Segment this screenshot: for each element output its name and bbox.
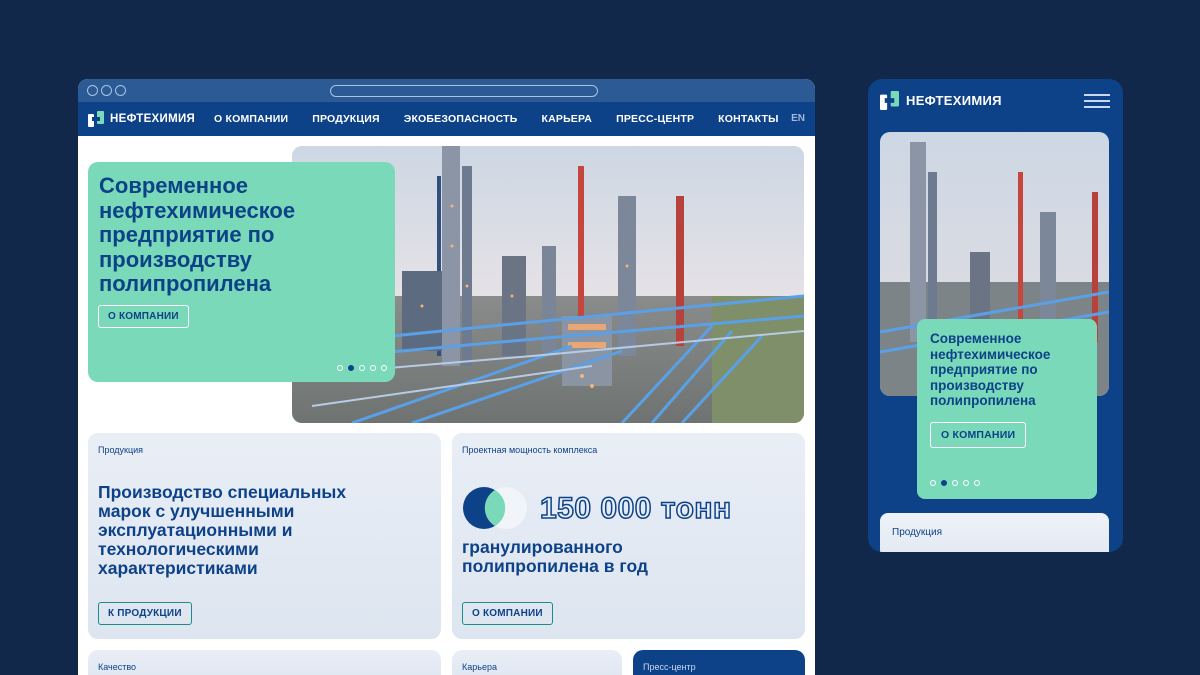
address-bar[interactable] — [330, 85, 598, 97]
window-close-dot[interactable] — [87, 85, 98, 96]
quality-tile[interactable]: Качество — [88, 650, 441, 675]
hero-slider-dots — [337, 365, 387, 371]
hero-card: Современное нефтехимическое предприятие … — [88, 162, 395, 382]
hero-title: Современное нефтехимическое предприятие … — [99, 173, 296, 296]
nav-item-about[interactable]: О КОМПАНИИ — [214, 113, 288, 125]
top-navigation: НЕФТЕХИМИЯ О КОМПАНИИ ПРОДУКЦИЯ ЭКОБЕЗОП… — [78, 102, 815, 136]
press-tile[interactable]: Пресс-центр — [633, 650, 805, 675]
slider-dot-active[interactable] — [941, 480, 947, 486]
mobile-hero-card: Современное нефтехимическое предприятие … — [917, 319, 1097, 499]
quality-tile-caption: Качество — [98, 662, 137, 672]
language-switch[interactable]: EN — [791, 113, 805, 124]
browser-chrome — [78, 79, 815, 102]
capacity-subtitle: гранулированного полипропилена в год — [462, 537, 649, 576]
capacity-about-button[interactable]: О КОМПАНИИ — [462, 602, 553, 625]
mobile-mockup: НЕФТЕХИМИЯ Современное нефтехимическое п… — [868, 79, 1123, 552]
slider-dot[interactable] — [370, 365, 376, 371]
mobile-products-tile[interactable]: Продукция — [880, 513, 1109, 552]
to-products-button[interactable]: К ПРОДУКЦИИ — [98, 602, 192, 625]
mobile-hero-slider-dots — [930, 480, 980, 486]
nav-item-career[interactable]: КАРЬЕРА — [541, 113, 592, 125]
career-tile-caption: Карьера — [462, 662, 497, 672]
brand-logo-icon — [88, 111, 104, 127]
slider-dot-active[interactable] — [348, 365, 354, 371]
press-tile-caption: Пресс-центр — [643, 662, 696, 672]
slider-dot[interactable] — [381, 365, 387, 371]
window-maximize-dot[interactable] — [115, 85, 126, 96]
nav-item-contacts[interactable]: КОНТАКТЫ — [718, 113, 778, 125]
products-tile-title: Производство специальных марок с улучшен… — [98, 482, 347, 578]
slider-dot[interactable] — [359, 365, 365, 371]
nav-menu: О КОМПАНИИ ПРОДУКЦИЯ ЭКОБЕЗОПАСНОСТЬ КАР… — [214, 102, 803, 136]
brand-logo-icon — [880, 91, 899, 110]
slider-dot[interactable] — [974, 480, 980, 486]
slider-dot[interactable] — [337, 365, 343, 371]
mobile-hero-about-button[interactable]: О КОМПАНИИ — [930, 422, 1027, 448]
capacity-tile[interactable]: Проектная мощность комплекса 150 000 тон… — [452, 433, 805, 639]
slider-dot[interactable] — [963, 480, 969, 486]
capacity-tile-caption: Проектная мощность комплекса — [462, 445, 598, 455]
desktop-browser-mockup: НЕФТЕХИМИЯ О КОМПАНИИ ПРОДУКЦИЯ ЭКОБЕЗОП… — [78, 79, 815, 675]
mobile-brand-name: НЕФТЕХИМИЯ — [906, 93, 1002, 108]
nav-item-press-center[interactable]: ПРЕСС-ЦЕНТР — [616, 113, 694, 125]
nav-item-eco-safety[interactable]: ЭКОБЕЗОПАСНОСТЬ — [404, 113, 518, 125]
products-tile-caption: Продукция — [98, 445, 144, 455]
brand-name: НЕФТЕХИМИЯ — [110, 113, 196, 125]
brand-logo[interactable]: НЕФТЕХИМИЯ — [88, 111, 195, 127]
mobile-hero-title: Современное нефтехимическое предприятие … — [930, 331, 1051, 408]
slider-dot[interactable] — [930, 480, 936, 486]
hamburger-menu-icon[interactable] — [1084, 94, 1110, 112]
hero-about-button[interactable]: О КОМПАНИИ — [98, 305, 189, 328]
page-content: Современное нефтехимическое предприятие … — [78, 136, 815, 675]
slider-dot[interactable] — [952, 480, 958, 486]
capacity-circles-icon — [463, 487, 527, 529]
mobile-brand-logo[interactable]: НЕФТЕХИМИЯ — [880, 91, 1002, 110]
capacity-value: 150 000 тонн — [539, 491, 732, 526]
products-tile[interactable]: Продукция Производство специальных марок… — [88, 433, 441, 639]
career-tile[interactable]: Карьера — [452, 650, 622, 675]
window-minimize-dot[interactable] — [101, 85, 112, 96]
mobile-products-tile-caption: Продукция — [892, 527, 943, 538]
nav-item-products[interactable]: ПРОДУКЦИЯ — [312, 113, 380, 125]
